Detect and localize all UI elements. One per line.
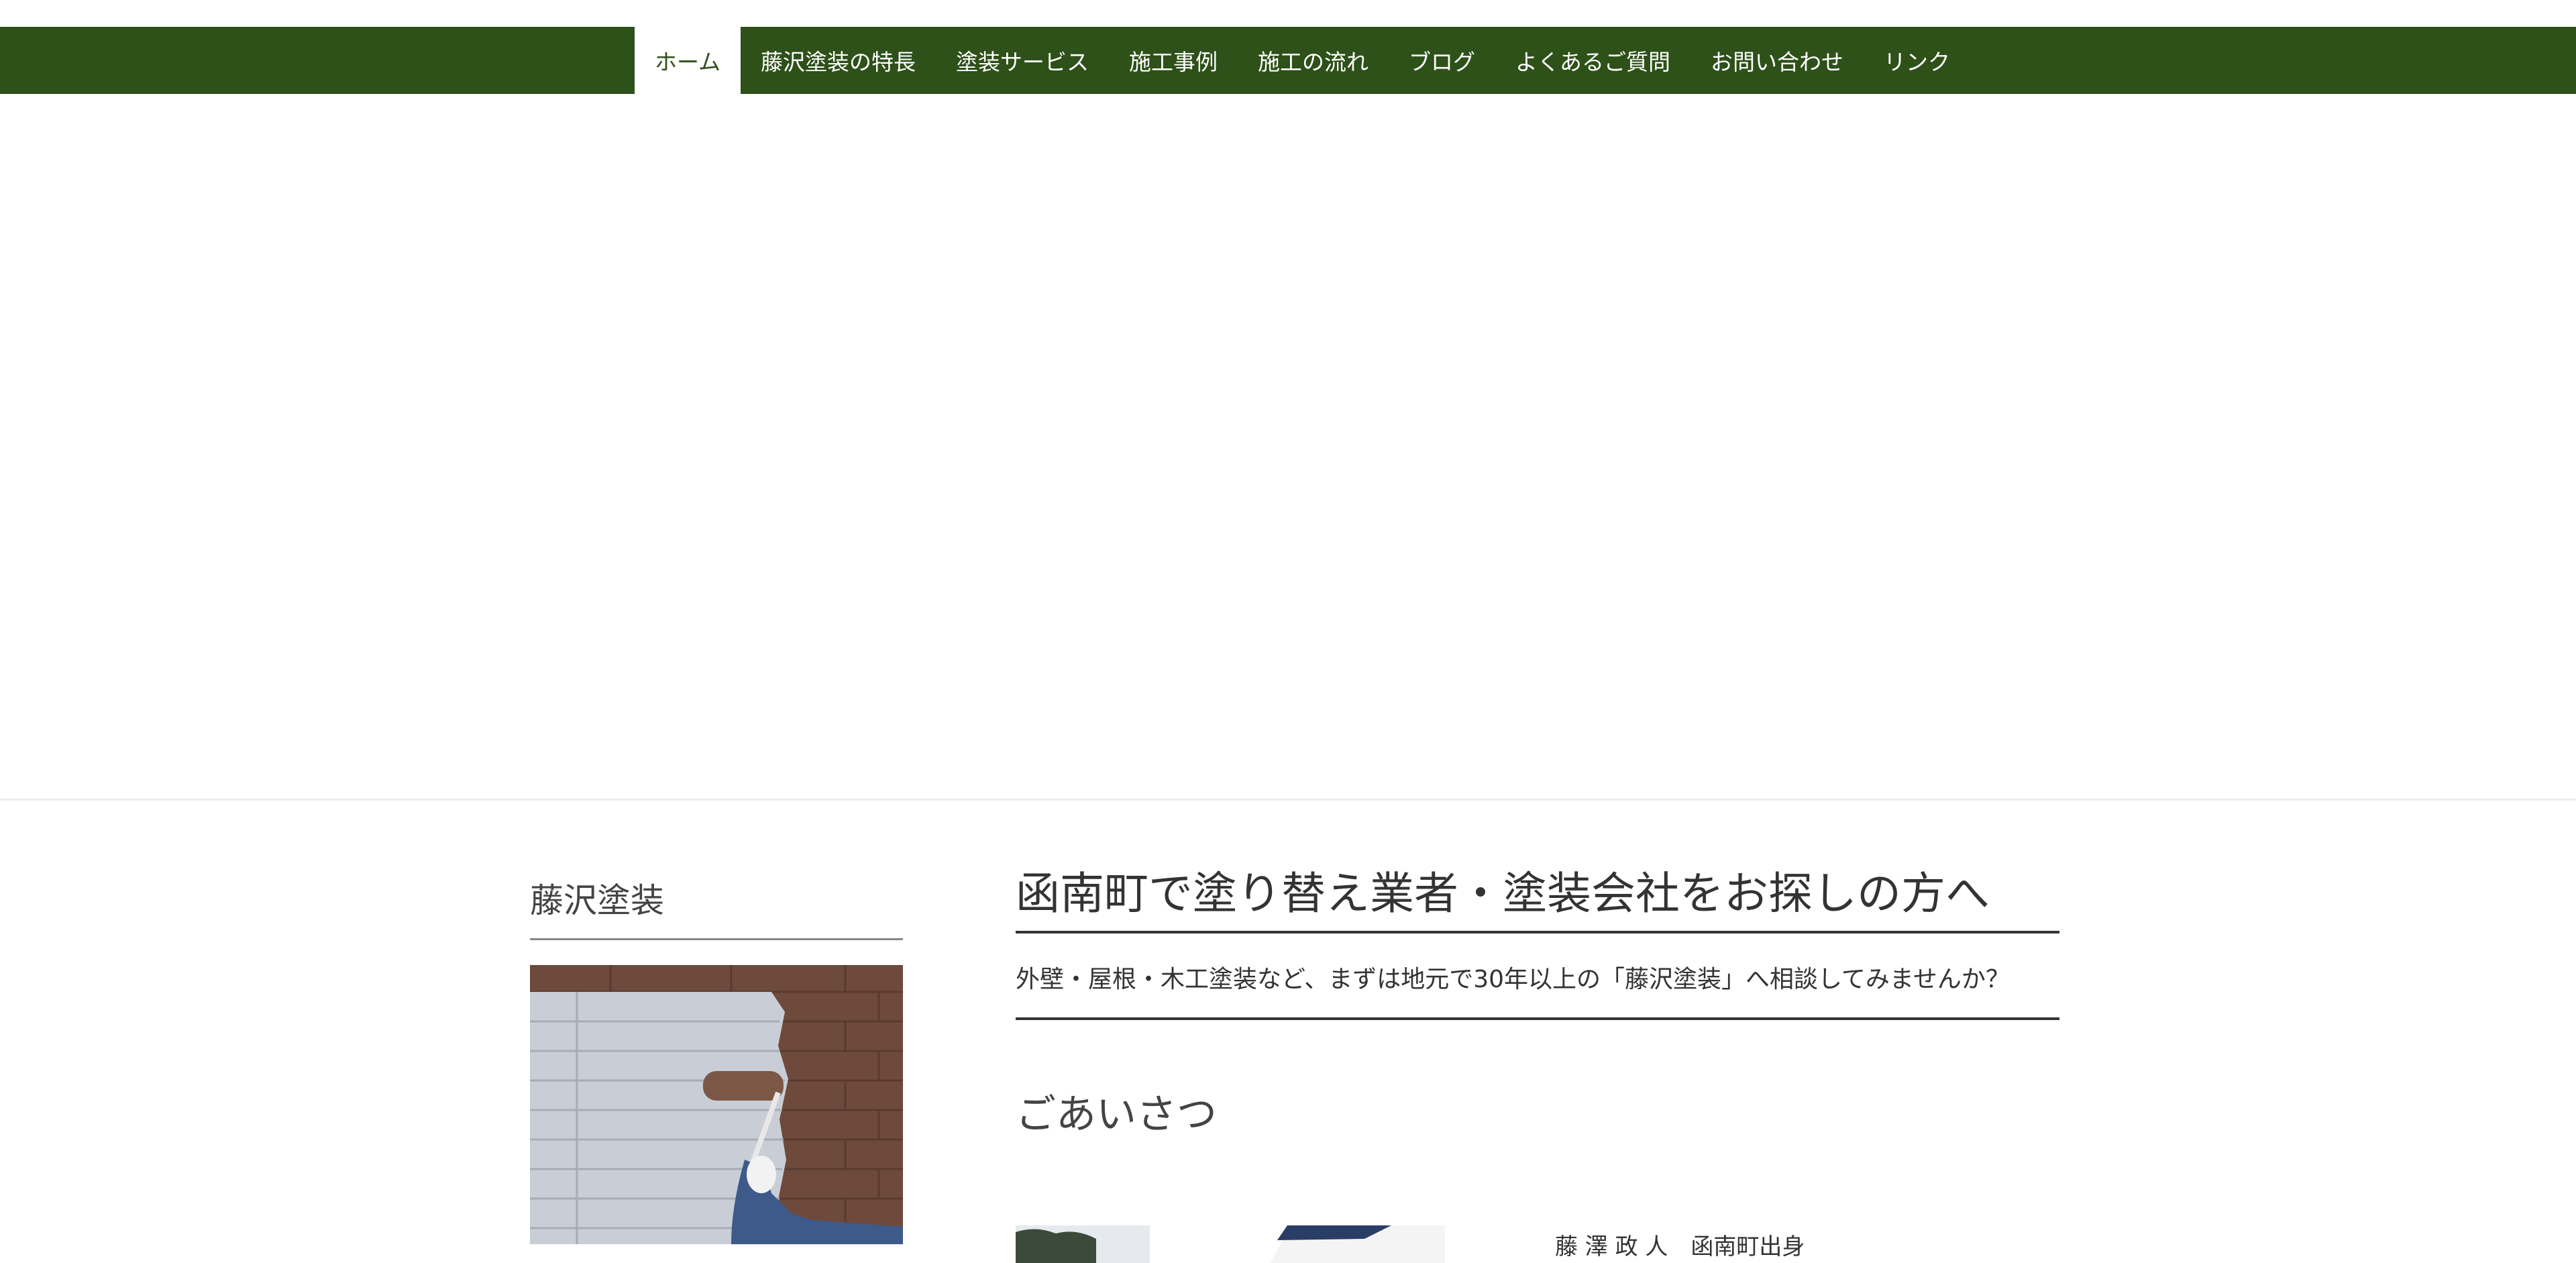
lead-text: 外壁・屋根・木工塗装など、まずは地元で30年以上の「藤沢塗装」へ相談してみません… — [1016, 966, 2010, 993]
house-photo-image — [1016, 1225, 1445, 1263]
profile-name: 藤 澤 政 人 函南町出身 — [1555, 1233, 1805, 1260]
nav-item-services[interactable]: 塗装サービス — [936, 27, 1109, 94]
nav-item-links[interactable]: リンク — [1864, 27, 1970, 94]
hero-divider — [0, 799, 2576, 801]
page-title: 函南町で塗り替え業者・塗装会社をお探しの方へ — [1016, 868, 1990, 919]
nav-list: ホーム 藤沢塗装の特長 塗装サービス 施工事例 施工の流れ ブログ よくあるご質… — [635, 27, 1970, 94]
nav-item-home[interactable]: ホーム — [635, 27, 741, 94]
nav-item-works[interactable]: 施工事例 — [1109, 27, 1238, 94]
nav-item-faq[interactable]: よくあるご質問 — [1495, 27, 1690, 94]
sidebar-painting-photo — [530, 965, 903, 1244]
title-divider — [1016, 931, 2059, 933]
sidebar-title: 藤沢塗装 — [530, 881, 664, 920]
nav-item-process[interactable]: 施工の流れ — [1238, 27, 1389, 94]
wall-painting-image — [530, 965, 903, 1244]
global-nav: ホーム 藤沢塗装の特長 塗装サービス 施工事例 施工の流れ ブログ よくあるご質… — [0, 27, 2576, 94]
greeting-heading: ごあいさつ — [1016, 1091, 1217, 1138]
nav-item-blog[interactable]: ブログ — [1389, 27, 1495, 94]
greeting-photo — [1016, 1225, 1445, 1263]
nav-item-features[interactable]: 藤沢塗装の特長 — [741, 27, 936, 94]
sidebar-divider — [530, 938, 903, 940]
lead-divider — [1016, 1017, 2059, 1020]
page: ホーム 藤沢塗装の特長 塗装サービス 施工事例 施工の流れ ブログ よくあるご質… — [0, 0, 2576, 1263]
hero-area — [0, 94, 2576, 799]
nav-item-contact[interactable]: お問い合わせ — [1690, 27, 1864, 94]
